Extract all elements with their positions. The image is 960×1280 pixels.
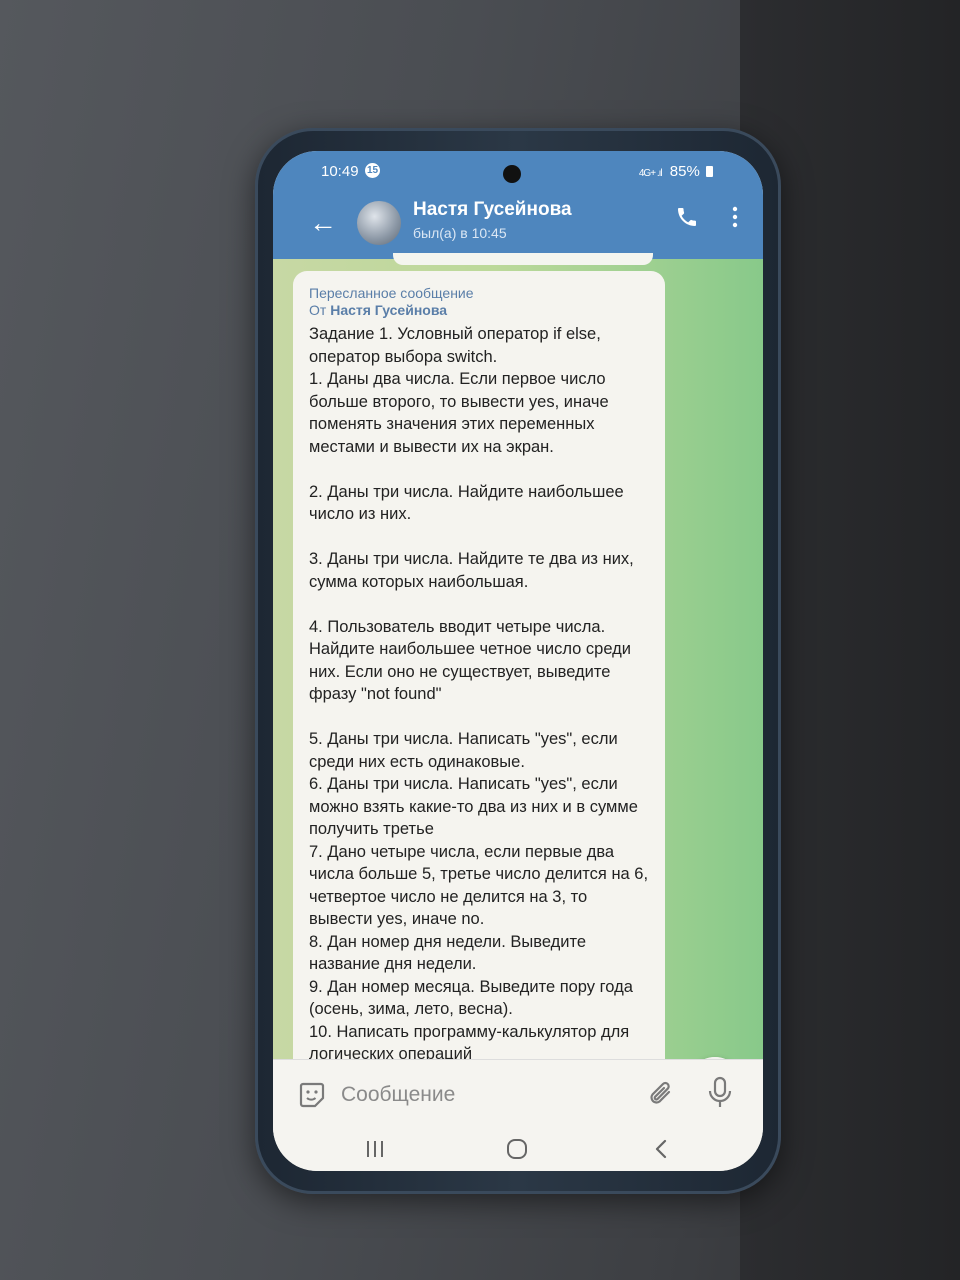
message-text: Задание 1. Условный оператор if else, оп…	[309, 325, 649, 1063]
forward-from-prefix: От	[309, 302, 327, 318]
recent-apps-icon[interactable]	[363, 1139, 387, 1159]
kebab-menu-icon[interactable]	[731, 205, 739, 229]
paperclip-icon[interactable]	[647, 1078, 675, 1110]
phone-icon[interactable]	[675, 205, 699, 229]
status-time: 10:49	[321, 163, 359, 180]
arrow-left-icon[interactable]: ←	[309, 207, 337, 239]
sticker-emoji-icon[interactable]	[297, 1080, 327, 1110]
forwarded-message-bubble[interactable]: Пересланное сообщение От Настя Гусейнова…	[293, 271, 665, 1071]
phone-device: 10:49 15 4G+ .ıl 85% ← Настя Гусейнова б…	[255, 128, 781, 1194]
contact-name[interactable]: Настя Гусейнова	[413, 199, 572, 221]
chat-message-area[interactable]: Пересланное сообщение От Настя Гусейнова…	[273, 253, 763, 1113]
phone-screen: 10:49 15 4G+ .ıl 85% ← Настя Гусейнова б…	[273, 151, 763, 1171]
chat-header: ← Настя Гусейнова был(а) в 10:45	[273, 193, 763, 259]
back-icon[interactable]	[651, 1137, 671, 1161]
message-composer	[273, 1059, 763, 1130]
avatar[interactable]	[357, 201, 401, 245]
battery-icon	[706, 166, 713, 177]
status-bar: 10:49 15 4G+ .ıl 85%	[273, 151, 763, 193]
signal-icon: 4G+ .ıl	[638, 168, 663, 179]
forward-from-name[interactable]: Настя Гусейнова	[330, 302, 447, 318]
previous-message-bubble	[393, 253, 653, 265]
last-seen-status: был(а) в 10:45	[413, 225, 507, 241]
message-input[interactable]	[339, 1076, 643, 1114]
status-indicators: 4G+ .ıl 85%	[639, 163, 713, 180]
home-icon[interactable]	[505, 1137, 529, 1161]
notification-badge: 15	[365, 163, 380, 178]
system-navigation-bar	[273, 1129, 763, 1171]
battery-level: 85%	[669, 163, 700, 180]
forward-source[interactable]: От Настя Гусейнова	[309, 302, 649, 319]
microphone-icon[interactable]	[707, 1076, 733, 1110]
forward-label: Пересланное сообщение	[309, 285, 474, 301]
front-camera	[503, 165, 521, 183]
